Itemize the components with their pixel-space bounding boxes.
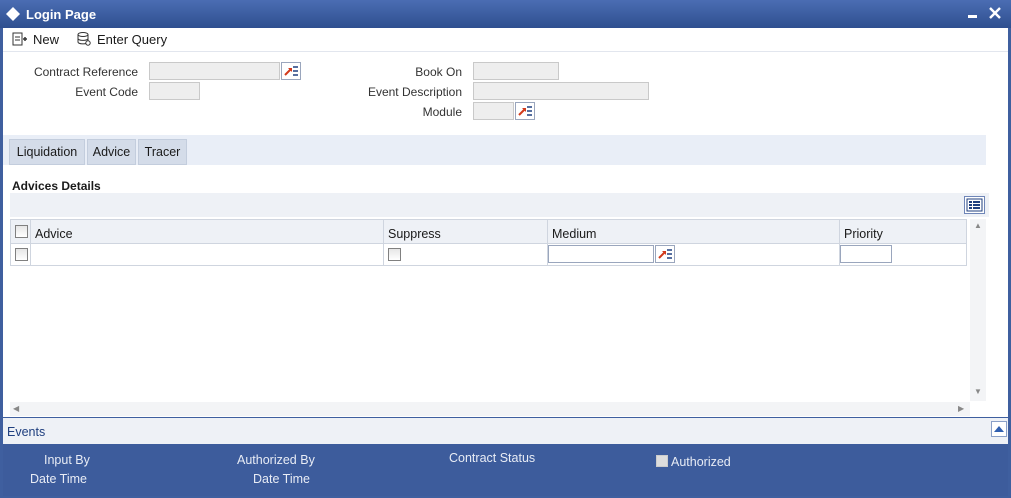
table-header-select <box>10 219 31 244</box>
input-by-label: Input By <box>44 453 90 467</box>
scroll-down-arrow-icon[interactable]: ▼ <box>974 387 982 396</box>
events-link[interactable]: Events <box>7 425 45 439</box>
scroll-right-arrow-icon[interactable]: ▶ <box>958 404 964 413</box>
collapse-up-icon[interactable] <box>991 421 1007 437</box>
event-code-label: Event Code <box>75 85 138 99</box>
list-of-values-icon <box>518 106 532 116</box>
horizontal-scrollbar[interactable]: ◀ ▶ <box>10 402 970 416</box>
advices-details-title: Advices Details <box>12 179 101 193</box>
enter-query-label: Enter Query <box>97 31 168 47</box>
new-button[interactable]: New <box>12 29 59 49</box>
select-all-checkbox[interactable] <box>15 225 28 238</box>
single-view-icon[interactable] <box>964 196 985 214</box>
advice-cell <box>31 244 384 266</box>
tab-strip: Liquidation Advice Tracer <box>3 135 986 165</box>
new-document-icon <box>12 32 27 46</box>
window-title: Login Page <box>26 7 97 22</box>
vertical-scrollbar[interactable]: ▲ ▼ <box>970 219 986 401</box>
event-description-field[interactable] <box>473 82 649 100</box>
tab-liquidation[interactable]: Liquidation <box>9 139 85 165</box>
suppress-cell <box>384 244 548 266</box>
table-header-suppress[interactable]: Suppress <box>384 219 548 244</box>
row-select-checkbox[interactable] <box>15 248 28 261</box>
medium-input[interactable] <box>548 245 654 263</box>
table-header-priority[interactable]: Priority <box>840 219 967 244</box>
enter-query-button[interactable]: Enter Query <box>76 29 167 49</box>
authorized-checkbox[interactable] <box>656 455 668 467</box>
main-content: New Enter Query Contract Reference Event… <box>3 28 1008 417</box>
authorized-label: Authorized <box>671 455 731 469</box>
module-label: Module <box>422 105 462 119</box>
new-button-label: New <box>33 31 60 47</box>
module-field[interactable] <box>473 102 514 120</box>
event-code-field[interactable] <box>149 82 200 100</box>
priority-input[interactable] <box>840 245 892 263</box>
list-of-values-icon <box>284 66 298 76</box>
contract-reference-label: Contract Reference <box>33 65 138 79</box>
medium-cell <box>548 244 840 266</box>
authorized-date-time-label: Date Time <box>253 472 310 486</box>
book-on-field[interactable] <box>473 62 559 80</box>
date-time-label: Date Time <box>30 472 87 486</box>
events-bar: Events <box>3 418 1008 444</box>
contract-reference-lov-button[interactable] <box>281 62 301 80</box>
authorized-by-label: Authorized By <box>237 453 315 467</box>
table-header-advice[interactable]: Advice <box>31 219 384 244</box>
module-lov-button[interactable] <box>515 102 535 120</box>
table-row-select <box>10 244 31 266</box>
grid-toolbar <box>10 193 989 217</box>
tab-advice[interactable]: Advice <box>87 139 136 165</box>
app-diamond-icon <box>6 7 20 21</box>
title-bar: Login Page <box>0 0 1011 28</box>
scroll-up-arrow-icon[interactable]: ▲ <box>974 221 982 230</box>
medium-lov-button[interactable] <box>655 245 675 263</box>
book-on-label: Book On <box>415 65 462 79</box>
minimize-icon[interactable] <box>964 4 982 22</box>
application-window: Login Page New Enter Query Contract Refe… <box>0 0 1011 498</box>
contract-status-label: Contract Status <box>449 451 536 465</box>
advices-table: Advice Suppress Medium Priority <box>10 219 968 267</box>
audit-footer: Input By Date Time Authorized By Date Ti… <box>3 444 1008 496</box>
database-query-icon <box>77 32 91 46</box>
close-icon[interactable] <box>986 4 1004 22</box>
toolbar: New Enter Query <box>3 28 1008 52</box>
scroll-left-arrow-icon[interactable]: ◀ <box>13 404 19 413</box>
contract-reference-field[interactable] <box>149 62 280 80</box>
list-of-values-icon <box>658 249 672 259</box>
priority-cell <box>840 244 967 266</box>
event-description-label: Event Description <box>367 85 462 99</box>
suppress-checkbox[interactable] <box>388 248 401 261</box>
table-header-medium[interactable]: Medium <box>548 219 840 244</box>
tab-tracer[interactable]: Tracer <box>138 139 187 165</box>
